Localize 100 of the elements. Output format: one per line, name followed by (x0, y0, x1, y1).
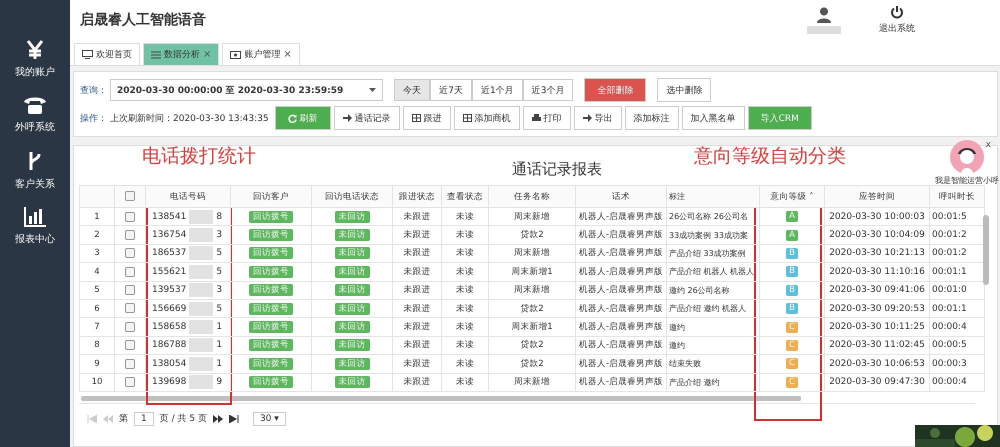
toolbar-button[interactable]: 添加标注 (624, 106, 679, 130)
checkbox[interactable] (125, 340, 135, 350)
column-header[interactable]: 话术 (576, 186, 666, 208)
delete-all-button[interactable]: 全部删除 (584, 78, 646, 102)
table-cell: 产品介绍 邀约 (666, 373, 760, 392)
table-cell: 未读 (442, 281, 488, 300)
checkbox[interactable] (125, 303, 135, 314)
checkbox[interactable] (125, 285, 135, 296)
column-header[interactable]: 任务名称 (488, 186, 576, 208)
next-page-icon[interactable] (212, 414, 223, 423)
sidebar-item[interactable]: 报表中心 (15, 207, 55, 246)
toolbar-button[interactable]: 加入黑名单 (682, 106, 745, 130)
grade-tag: B (786, 284, 798, 296)
column-header[interactable]: 回访电话状态 (312, 186, 392, 208)
power-icon (890, 5, 904, 19)
table-cell: 机器人-启晟睿男声版 (576, 299, 666, 318)
table-cell: 邀约 26公司名称 (666, 281, 760, 300)
phone-number-end: 5 (216, 266, 222, 277)
close-button[interactable]: × (203, 49, 212, 60)
annotation-text: 意向等级自动分类 (694, 144, 846, 169)
column-header[interactable]: 跟进状态 (392, 186, 442, 208)
table-cell: 贷款2 (488, 299, 576, 318)
toolbar-button[interactable]: 通话记录 (334, 106, 400, 130)
column-header[interactable]: 回访客户 (230, 186, 312, 208)
toolbar-button[interactable]: 跟进 (402, 106, 451, 130)
table-cell: 产品介绍 邀约 机器人 (666, 299, 760, 318)
checkbox[interactable] (125, 322, 135, 332)
range-button[interactable]: 近3个月 (522, 79, 574, 101)
row-number: 3 (80, 244, 114, 263)
table-cell: 00:00:4 (930, 373, 984, 392)
sidebar-item[interactable]: 外呼系统 (15, 95, 55, 134)
toolbar-button[interactable]: 导出 (574, 106, 622, 130)
table-cell: 2020-03-30 11:02:45 (824, 336, 930, 355)
branch-icon (27, 150, 43, 172)
refresh-icon (288, 114, 297, 122)
operation-label: 操作： (80, 112, 107, 124)
close-button[interactable]: x (986, 140, 991, 150)
table-cell: 周末新增 (488, 281, 576, 300)
previous-page-icon[interactable] (103, 414, 113, 423)
row-number: 10 (80, 373, 114, 392)
status-tag: 未回访 (334, 321, 370, 334)
scrollbar[interactable] (81, 396, 801, 401)
close-button[interactable]: × (283, 49, 292, 60)
sidebar-item[interactable]: 我的账户 (15, 40, 55, 79)
checkbox[interactable] (125, 377, 135, 388)
tab[interactable]: 欢迎首页 (74, 43, 140, 65)
phone-number-start: 138054 (152, 358, 186, 369)
checkbox[interactable] (125, 358, 135, 369)
range-button[interactable]: 近1个月 (472, 79, 523, 101)
sidebar-item[interactable]: 客户关系 (15, 150, 55, 191)
delete-selected-button[interactable]: 选中删除 (657, 78, 712, 102)
checkbox[interactable] (125, 230, 135, 240)
table-cell: 未读 (442, 336, 488, 355)
grade-tag: C (786, 376, 798, 388)
refresh-time: 上次刷新时间：2020-03-30 13:43:35 (110, 112, 269, 124)
phone-number-end: 3 (216, 230, 222, 240)
column-header[interactable]: 标注 (666, 186, 760, 208)
table-cell: 未跟进 (392, 226, 442, 244)
checkbox[interactable] (125, 191, 135, 202)
table-cell: 2020-03-30 10:00:03 (824, 208, 930, 226)
tab[interactable]: 数据分析 × (143, 43, 220, 65)
column-header[interactable]: 呼叫时长 (930, 186, 984, 208)
row-number: 1 (80, 208, 114, 226)
grade-tag: A (786, 211, 798, 222)
phone-number-start: 155621 (152, 266, 186, 277)
page-input[interactable]: 1 (134, 412, 154, 426)
column-header[interactable]: 意向等级 ˄ (760, 186, 824, 208)
table-cell: 未跟进 (392, 354, 442, 374)
grid-icon (462, 114, 472, 122)
caret-icon (369, 88, 376, 92)
column-header[interactable]: 查看状态 (442, 186, 488, 208)
column-header[interactable]: 应答时间 (824, 186, 930, 208)
page-size-select[interactable]: 30 ▾ (252, 412, 286, 426)
checkbox[interactable] (125, 212, 135, 222)
scrollbar[interactable] (983, 215, 989, 285)
status-tag: 未回访 (334, 376, 370, 388)
table-cell: 未读 (442, 318, 488, 336)
table-cell: 2020-03-30 09:47:30 (824, 373, 930, 392)
column-header[interactable]: 电话号码 (146, 186, 230, 208)
blurred-digits (189, 356, 214, 371)
date-range-select[interactable]: 2020-03-30 00:00:00 至 2020-03-30 23:59:59 (110, 79, 384, 101)
status-tag: 未回访 (334, 266, 370, 278)
last-page-icon[interactable] (228, 414, 239, 423)
first-page-icon[interactable] (87, 414, 97, 423)
table-cell: 周末新增 (488, 208, 576, 226)
range-button[interactable]: 今天 (394, 79, 430, 101)
grade-tag: B (786, 303, 798, 314)
toolbar-button[interactable]: 打印 (522, 106, 571, 130)
tab[interactable]: 账户管理 × (222, 43, 300, 65)
range-button[interactable]: 近7天 (430, 79, 472, 101)
logout-button[interactable]: 退出系统 (879, 5, 915, 35)
table-cell: 未读 (442, 354, 488, 374)
status-tag: 未回访 (334, 247, 370, 260)
table-cell: 2020-03-30 10:11:25 (824, 318, 930, 336)
toolbar-button[interactable]: 添加商机 (454, 106, 520, 130)
table-cell: 产品介绍 机器人 机器人 (666, 262, 760, 282)
checkbox[interactable] (125, 266, 135, 277)
checkbox[interactable] (125, 248, 135, 258)
table-cell: 机器人-启晟睿男声版 (576, 354, 666, 374)
table-cell: 结束失败 (666, 354, 760, 374)
